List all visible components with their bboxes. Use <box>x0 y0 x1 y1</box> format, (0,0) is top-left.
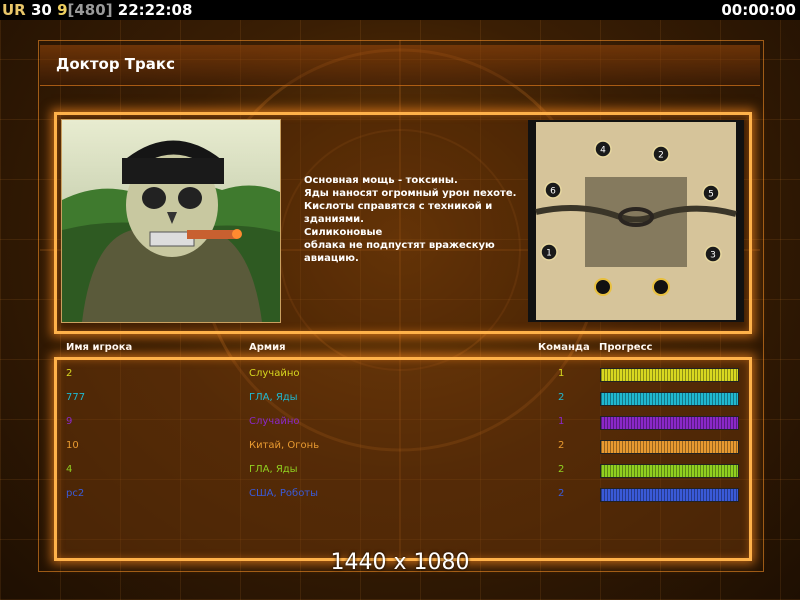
player-army: США, Роботы <box>249 488 319 499</box>
game-timer: 00:00:00 <box>721 1 796 19</box>
map-preview[interactable]: 4 2 6 5 1 3 <box>528 120 744 322</box>
header-team: Команда <box>538 342 590 353</box>
player-progress-bar <box>600 464 739 478</box>
status-bar: UR 30 9[480] 22:22:08 00:00:00 <box>0 0 800 20</box>
header-progress: Прогресс <box>599 342 653 353</box>
player-army: ГЛА, Яды <box>249 392 298 403</box>
ur-label: UR <box>2 1 26 19</box>
resolution-label: 1440 x 1080 <box>330 550 470 575</box>
player-team: 2 <box>558 488 565 499</box>
bracket-close: ] <box>105 1 113 19</box>
general-description: Основная мощь - токсины. Яды наносят огр… <box>304 175 517 264</box>
header-army: Армия <box>249 342 286 353</box>
empty-slot[interactable] <box>594 278 612 296</box>
player-army: Китай, Огонь <box>249 440 320 451</box>
player-name: 4 <box>66 464 73 475</box>
start-slot-label: 1 <box>546 249 552 259</box>
nine-value: 9 <box>57 1 68 19</box>
player-name: 9 <box>66 416 73 427</box>
player-name: pc2 <box>66 488 85 499</box>
player-team: 2 <box>558 440 565 451</box>
player-progress-bar <box>600 488 739 502</box>
start-slot-label: 4 <box>600 146 606 156</box>
player-progress-bar <box>600 368 739 382</box>
start-slot-label: 5 <box>708 190 714 200</box>
player-row: 2 Случайно 1 <box>0 368 800 392</box>
player-army: Случайно <box>249 416 300 427</box>
player-name: 2 <box>66 368 73 379</box>
player-row: pc2 США, Роботы 2 <box>0 488 800 512</box>
player-team: 1 <box>558 368 565 379</box>
header-player: Имя игрока <box>66 342 133 353</box>
start-slot-label: 2 <box>658 151 664 161</box>
count-value: 30 <box>30 1 52 19</box>
player-team: 1 <box>558 416 565 427</box>
player-row: 777 ГЛА, Яды 2 <box>0 392 800 416</box>
player-row: 4 ГЛА, Яды 2 <box>0 464 800 488</box>
start-slot-label: 3 <box>710 251 716 261</box>
player-progress-bar <box>600 440 739 454</box>
player-row: 9 Случайно 1 <box>0 416 800 440</box>
player-name: 777 <box>66 392 86 403</box>
player-row: 10 Китай, Огонь 2 <box>0 440 800 464</box>
player-army: Случайно <box>249 368 300 379</box>
player-team: 2 <box>558 464 565 475</box>
empty-slot[interactable] <box>652 278 670 296</box>
player-name: 10 <box>66 440 79 451</box>
player-progress-bar <box>600 392 739 406</box>
clock: 22:22:08 <box>117 1 193 19</box>
general-title: Доктор Тракс <box>56 55 175 73</box>
player-team: 2 <box>558 392 565 403</box>
general-portrait <box>61 119 281 323</box>
player-army: ГЛА, Яды <box>249 464 298 475</box>
start-slot-label: 6 <box>550 187 556 197</box>
player-progress-bar <box>600 416 739 430</box>
bracket-value: 480 <box>74 1 106 19</box>
